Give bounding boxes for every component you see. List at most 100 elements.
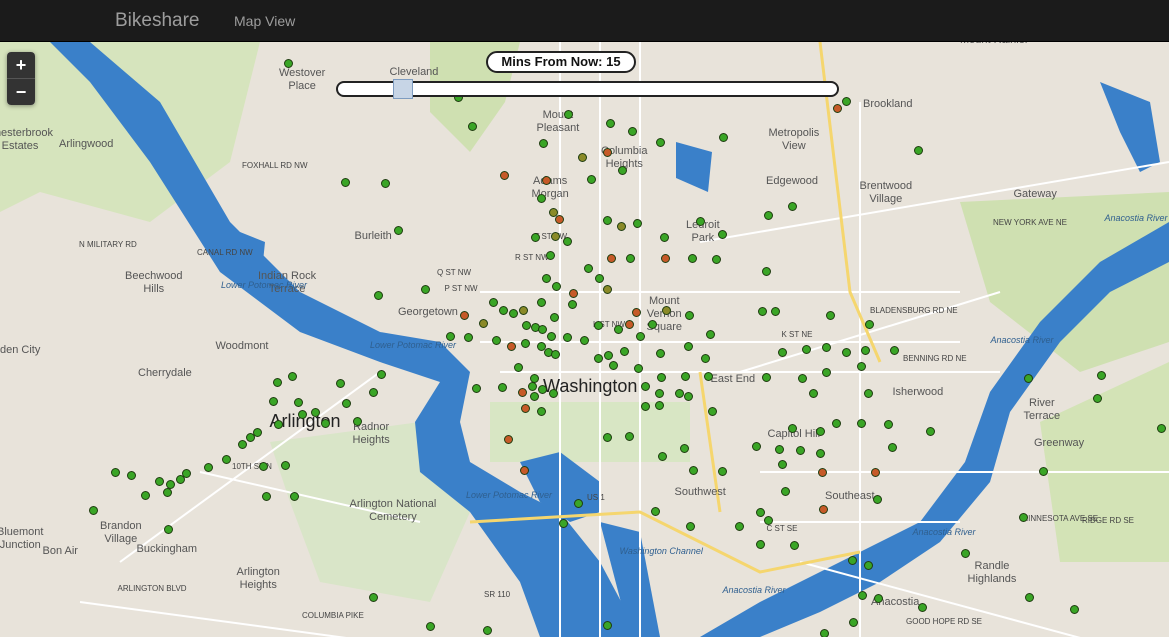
bike-station-marker[interactable] <box>368 387 378 397</box>
bike-station-marker[interactable] <box>488 297 498 307</box>
bike-station-marker[interactable] <box>789 540 799 550</box>
bike-station-marker[interactable] <box>593 353 603 363</box>
bike-station-marker[interactable] <box>340 177 350 187</box>
bike-station-marker[interactable] <box>287 371 297 381</box>
bike-station-marker[interactable] <box>695 216 705 226</box>
bike-station-marker[interactable] <box>594 273 604 283</box>
bike-station-marker[interactable] <box>661 305 671 315</box>
bike-station-marker[interactable] <box>293 397 303 407</box>
bike-station-marker[interactable] <box>703 371 713 381</box>
bike-station-marker[interactable] <box>380 178 390 188</box>
bike-station-marker[interactable] <box>763 210 773 220</box>
bike-station-marker[interactable] <box>718 132 728 142</box>
bike-station-marker[interactable] <box>860 345 870 355</box>
bike-station-marker[interactable] <box>140 490 150 500</box>
bike-station-marker[interactable] <box>635 331 645 341</box>
bike-station-marker[interactable] <box>605 118 615 128</box>
bike-station-marker[interactable] <box>498 305 508 315</box>
bike-station-marker[interactable] <box>925 426 935 436</box>
bike-station-marker[interactable] <box>633 363 643 373</box>
bike-station-marker[interactable] <box>258 461 268 471</box>
bike-station-marker[interactable] <box>551 281 561 291</box>
bike-station-marker[interactable] <box>541 175 551 185</box>
bike-station-marker[interactable] <box>1092 393 1102 403</box>
bike-station-marker[interactable] <box>685 521 695 531</box>
bike-station-marker[interactable] <box>538 138 548 148</box>
bike-station-marker[interactable] <box>163 524 173 534</box>
bike-station-marker[interactable] <box>1024 592 1034 602</box>
bike-station-marker[interactable] <box>154 476 164 486</box>
bike-station-marker[interactable] <box>624 319 634 329</box>
bike-station-marker[interactable] <box>497 382 507 392</box>
bike-station-marker[interactable] <box>527 381 537 391</box>
bike-station-marker[interactable] <box>887 442 897 452</box>
bike-station-marker[interactable] <box>520 338 530 348</box>
bike-station-marker[interactable] <box>568 288 578 298</box>
bike-station-marker[interactable] <box>537 324 547 334</box>
bike-station-marker[interactable] <box>518 305 528 315</box>
bike-station-marker[interactable] <box>831 418 841 428</box>
bike-station-marker[interactable] <box>624 431 634 441</box>
bike-station-marker[interactable] <box>602 284 612 294</box>
bike-station-marker[interactable] <box>627 126 637 136</box>
bike-station-marker[interactable] <box>1069 604 1079 614</box>
bike-station-marker[interactable] <box>175 474 185 484</box>
bike-station-marker[interactable] <box>536 193 546 203</box>
bike-station-marker[interactable] <box>761 372 771 382</box>
brand-link[interactable]: Bikeshare <box>115 10 200 32</box>
bike-station-marker[interactable] <box>506 341 516 351</box>
bike-station-marker[interactable] <box>237 439 247 449</box>
bike-station-marker[interactable] <box>268 396 278 406</box>
bike-station-marker[interactable] <box>508 308 518 318</box>
bike-station-marker[interactable] <box>632 218 642 228</box>
bike-station-marker[interactable] <box>619 346 629 356</box>
bike-station-marker[interactable] <box>467 121 477 131</box>
bike-station-marker[interactable] <box>815 426 825 436</box>
bike-station-marker[interactable] <box>841 347 851 357</box>
bike-station-marker[interactable] <box>856 361 866 371</box>
bike-station-marker[interactable] <box>261 491 271 501</box>
bike-station-marker[interactable] <box>808 388 818 398</box>
bike-station-marker[interactable] <box>832 103 842 113</box>
bike-station-marker[interactable] <box>654 388 664 398</box>
bike-station-marker[interactable] <box>602 215 612 225</box>
bike-station-marker[interactable] <box>825 310 835 320</box>
bike-station-marker[interactable] <box>602 432 612 442</box>
bike-station-marker[interactable] <box>320 418 330 428</box>
bike-station-marker[interactable] <box>700 353 710 363</box>
bike-station-marker[interactable] <box>297 409 307 419</box>
bike-station-marker[interactable] <box>625 253 635 263</box>
bike-station-marker[interactable] <box>821 367 831 377</box>
bike-station-marker[interactable] <box>787 423 797 433</box>
bike-station-marker[interactable] <box>545 250 555 260</box>
bike-station-marker[interactable] <box>593 320 603 330</box>
bike-station-marker[interactable] <box>520 403 530 413</box>
bike-station-marker[interactable] <box>655 137 665 147</box>
bike-station-marker[interactable] <box>848 617 858 627</box>
bike-station-marker[interactable] <box>1038 466 1048 476</box>
bike-station-marker[interactable] <box>550 231 560 241</box>
bike-station-marker[interactable] <box>519 465 529 475</box>
bike-station-marker[interactable] <box>602 620 612 630</box>
bike-station-marker[interactable] <box>617 165 627 175</box>
bike-station-marker[interactable] <box>616 221 626 231</box>
bike-station-marker[interactable] <box>711 254 721 264</box>
zoom-out-button[interactable]: − <box>7 79 35 105</box>
bike-station-marker[interactable] <box>688 465 698 475</box>
bike-station-marker[interactable] <box>660 253 670 263</box>
bike-station-marker[interactable] <box>586 174 596 184</box>
bike-station-marker[interactable] <box>517 387 527 397</box>
bike-station-marker[interactable] <box>757 306 767 316</box>
bike-station-marker[interactable] <box>917 602 927 612</box>
bike-station-marker[interactable] <box>680 371 690 381</box>
bike-station-marker[interactable] <box>577 152 587 162</box>
bike-station-marker[interactable] <box>883 419 893 429</box>
bike-station-marker[interactable] <box>549 312 559 322</box>
bike-station-marker[interactable] <box>819 628 829 637</box>
bike-station-marker[interactable] <box>335 378 345 388</box>
map-canvas[interactable]: Westover Place Cleveland Mount Pleasant Col… <box>0 42 1169 637</box>
bike-station-marker[interactable] <box>761 266 771 276</box>
bike-station-marker[interactable] <box>913 145 923 155</box>
bike-station-marker[interactable] <box>863 560 873 570</box>
bike-station-marker[interactable] <box>841 96 851 106</box>
